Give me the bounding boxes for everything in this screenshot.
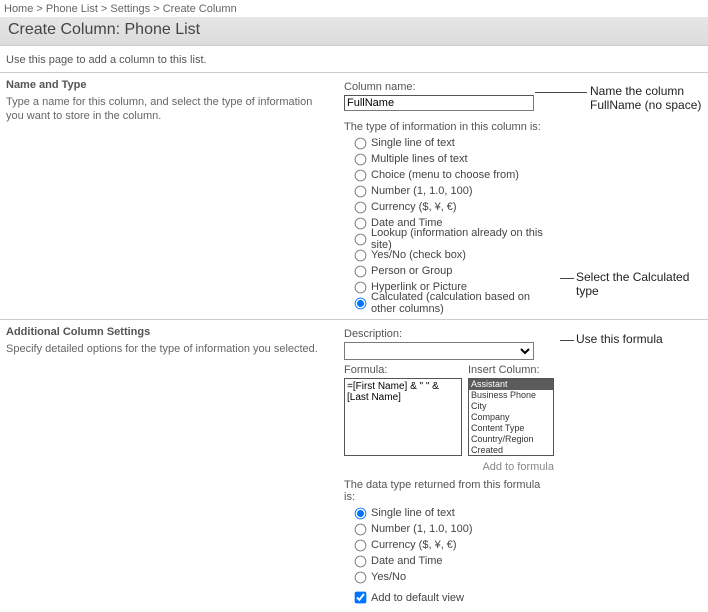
crumb-home[interactable]: Home (4, 3, 33, 15)
return-type-label: Date and Time (371, 555, 443, 567)
return-type-label: Currency ($, ¥, €) (371, 539, 457, 551)
column-name-input[interactable] (344, 95, 534, 111)
breadcrumb: Home > Phone List > Settings > Create Co… (0, 0, 708, 17)
type-option-label: Person or Group (371, 265, 452, 277)
addl-desc: Specify detailed options for the type of… (6, 342, 328, 356)
formula-label: Formula: (344, 364, 462, 376)
insert-column-label: Insert Column: (468, 364, 554, 376)
formula-input[interactable] (344, 378, 462, 456)
return-type-label: Yes/No (371, 571, 406, 583)
type-option-label: Currency ($, ¥, €) (371, 201, 457, 213)
return-type-label: Single line of text (371, 507, 455, 519)
insert-column-item[interactable]: Business Phone (469, 390, 553, 401)
return-type-intro: The data type returned from this formula… (344, 479, 554, 503)
add-to-default-view-checkbox[interactable] (355, 592, 367, 604)
type-option[interactable]: Multiple lines of text (354, 151, 554, 167)
type-option[interactable]: Choice (menu to choose from) (354, 167, 554, 183)
return-type-label: Number (1, 1.0, 100) (371, 523, 473, 535)
type-option[interactable]: Number (1, 1.0, 100) (354, 183, 554, 199)
annotation-formula: Use this formula (576, 332, 663, 346)
insert-column-list[interactable]: Assistant Business Phone City Company Co… (468, 378, 554, 456)
type-option-label: Choice (menu to choose from) (371, 169, 519, 181)
insert-column-item[interactable]: Company (469, 412, 553, 423)
description-label: Description: (344, 328, 554, 340)
addl-heading: Additional Column Settings (6, 326, 328, 338)
name-type-heading: Name and Type (6, 79, 328, 91)
return-type-option[interactable]: Yes/No (354, 569, 554, 585)
title-bar: Create Column: Phone List (0, 17, 708, 46)
crumb-current: Create Column (163, 3, 237, 15)
insert-column-item[interactable]: Country/Region (469, 434, 553, 445)
type-option-label: Multiple lines of text (371, 153, 468, 165)
name-type-desc: Type a name for this column, and select … (6, 95, 328, 124)
insert-column-item[interactable]: Assistant (469, 379, 553, 390)
insert-column-item[interactable]: City (469, 401, 553, 412)
type-option-label: Single line of text (371, 137, 455, 149)
insert-column-item[interactable]: Created (469, 445, 553, 456)
section-additional-settings: Additional Column Settings Specify detai… (0, 319, 708, 612)
return-type-option[interactable]: Single line of text (354, 505, 554, 521)
column-name-label: Column name: (344, 81, 554, 93)
description-select[interactable] (344, 342, 534, 360)
crumb-phonelist[interactable]: Phone List (46, 3, 98, 15)
insert-column-item[interactable]: Content Type (469, 423, 553, 434)
type-option-label: Number (1, 1.0, 100) (371, 185, 473, 197)
type-radio-list: Single line of text Multiple lines of te… (344, 135, 554, 311)
type-option-calculated[interactable]: Calculated (calculation based on other c… (354, 295, 554, 311)
annotation-calculated-type: Select the Calculated type (576, 270, 708, 299)
type-option[interactable]: Single line of text (354, 135, 554, 151)
page-intro: Use this page to add a column to this li… (0, 46, 708, 72)
return-type-option[interactable]: Currency ($, ¥, €) (354, 537, 554, 553)
return-type-option[interactable]: Number (1, 1.0, 100) (354, 521, 554, 537)
type-intro: The type of information in this column i… (344, 121, 554, 133)
type-option[interactable]: Lookup (information already on this site… (354, 231, 554, 247)
type-option[interactable]: Currency ($, ¥, €) (354, 199, 554, 215)
add-to-default-view[interactable]: Add to default view (344, 591, 554, 604)
return-type-option[interactable]: Date and Time (354, 553, 554, 569)
annotation-name-column: Name the column FullName (no space) (590, 84, 708, 113)
type-option-label: Calculated (calculation based on other c… (371, 291, 554, 315)
crumb-settings[interactable]: Settings (110, 3, 150, 15)
page-title: Create Column: Phone List (8, 21, 700, 39)
type-option[interactable]: Person or Group (354, 263, 554, 279)
return-type-list: Single line of text Number (1, 1.0, 100)… (344, 505, 554, 585)
add-to-formula-link[interactable]: Add to formula (344, 459, 560, 477)
crumb-sep: > (98, 3, 111, 15)
type-option-label: Lookup (information already on this site… (371, 227, 554, 251)
add-to-default-view-label: Add to default view (371, 592, 464, 604)
crumb-sep: > (150, 3, 163, 15)
type-option-label: Yes/No (check box) (371, 249, 466, 261)
crumb-sep: > (33, 3, 46, 15)
